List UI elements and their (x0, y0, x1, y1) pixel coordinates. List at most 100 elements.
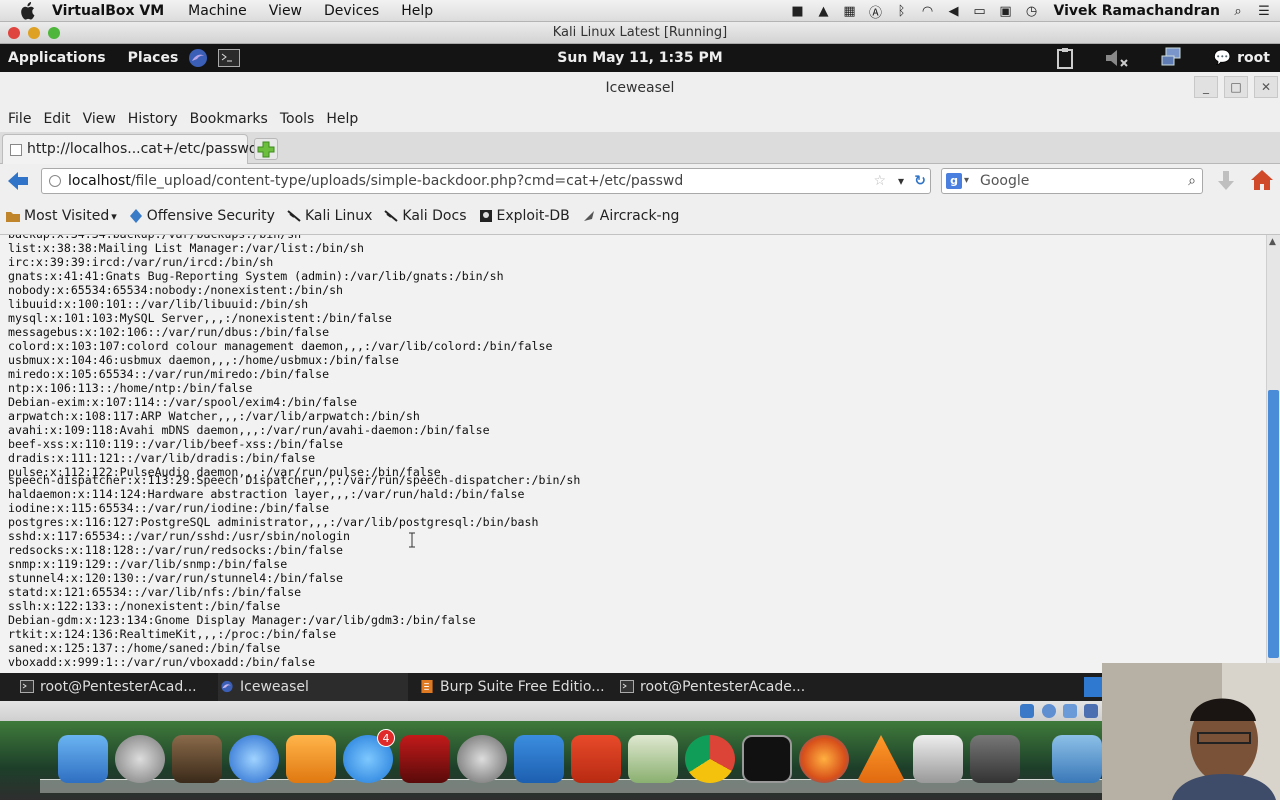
site-identity-icon[interactable] (49, 175, 61, 187)
taskbar-terminal-1[interactable]: root@PentesterAcad... (18, 673, 208, 701)
bookmark-kali-docs-label: Kali Docs (402, 208, 467, 224)
page-content[interactable]: backup:x:34:34:backup:/var/backups:/bin/… (0, 235, 1266, 673)
downloads-arrow-icon[interactable] (1216, 170, 1236, 192)
photos-icon[interactable] (172, 735, 222, 783)
menu-history[interactable]: History (128, 111, 178, 127)
reload-icon[interactable]: ↻ (914, 169, 926, 193)
vbox-usb-icon[interactable] (1063, 704, 1077, 718)
panel-user-name[interactable]: root (1237, 50, 1270, 66)
browser-titlebar: Iceweasel _ □ ✕ (0, 72, 1280, 106)
spotlight-search-icon[interactable]: ⌕ (1230, 4, 1246, 19)
apple-icon[interactable] (18, 1, 36, 20)
bookmark-exploit-db[interactable]: Exploit-DB (479, 208, 570, 224)
menu-tools[interactable]: Tools (280, 111, 315, 127)
applications-folder-icon[interactable] (1052, 735, 1102, 783)
user-chat-icon[interactable]: 💬 (1214, 50, 1231, 66)
close-window-icon[interactable] (8, 27, 20, 39)
vbox-shared-folder-icon[interactable] (1084, 704, 1098, 718)
calendar-icon[interactable]: ▣ (998, 4, 1014, 19)
presenter-webcam-image (1102, 663, 1280, 800)
exploit-db-icon (479, 210, 492, 222)
battery-icon[interactable]: ▭ (972, 4, 988, 19)
camera-icon[interactable]: ■ (790, 4, 806, 19)
zoom-window-icon[interactable] (48, 27, 60, 39)
bookmark-most-visited[interactable]: Most Visited ▾ (6, 208, 117, 224)
vbox-storage-icon[interactable] (1020, 704, 1034, 718)
tab-active[interactable]: http://localhos...cat+/etc/passwd (2, 134, 258, 164)
bluetooth-icon[interactable]: ᛒ (894, 4, 910, 19)
mac-user-name[interactable]: Vivek Ramachandran (1054, 3, 1220, 19)
taskbar-burp-suite[interactable]: Burp Suite Free Editio... (418, 673, 610, 701)
menu-view[interactable]: View (83, 111, 116, 127)
google-engine-icon[interactable]: g (946, 173, 962, 189)
activity-monitor-icon[interactable] (913, 735, 963, 783)
taskbar-iceweasel[interactable]: Iceweasel (218, 673, 408, 701)
taskbar-terminal-2[interactable]: root@PentesterAcade... (618, 673, 818, 701)
network-icon[interactable] (1160, 47, 1184, 69)
vbox-status-bar (0, 701, 1280, 721)
bookmark-aircrack-ng[interactable]: Aircrack-ng (582, 208, 679, 224)
notification-bell-icon[interactable]: ▲ (816, 4, 832, 19)
bookmark-offensive-security[interactable]: Offensive Security (129, 208, 275, 224)
app-store-icon[interactable]: 4 (343, 729, 395, 783)
engine-chevron-down-icon[interactable]: ▾ (964, 169, 969, 193)
vertical-scrollbar[interactable]: ▲ (1266, 235, 1280, 673)
launchpad-rocket-icon[interactable] (115, 735, 165, 783)
bookmark-star-icon[interactable]: ☆ (873, 169, 886, 193)
scrollbar-thumb[interactable] (1268, 390, 1279, 658)
clock-icon[interactable]: ◷ (1024, 4, 1040, 19)
terminal-app-icon[interactable] (742, 735, 792, 783)
keyboard-icon[interactable]: ▦ (842, 4, 858, 19)
wifi-icon[interactable]: ◠ (920, 4, 936, 19)
applications-menu[interactable]: Applications (8, 50, 106, 66)
search-icon[interactable]: ⌕ (1188, 169, 1196, 193)
url-bar[interactable]: localhost/file_upload/content-type/uploa… (41, 168, 931, 194)
volume-icon[interactable]: ◀ (946, 4, 962, 19)
minimize-window-icon[interactable] (28, 27, 40, 39)
terminal-launcher-icon[interactable] (218, 49, 241, 67)
vlc-cone-icon[interactable] (856, 735, 906, 783)
vbox-optical-icon[interactable] (1042, 704, 1056, 718)
maps-icon[interactable] (628, 735, 678, 783)
ibooks-icon[interactable] (286, 735, 336, 783)
iceweasel-launcher-icon[interactable] (188, 48, 208, 68)
clipboard-icon[interactable] (1056, 47, 1074, 69)
mac-menu-machine[interactable]: Machine (188, 3, 247, 19)
bookmark-kali-linux[interactable]: Kali Linux (287, 208, 372, 224)
firefox-icon[interactable] (799, 735, 849, 783)
imovie-icon[interactable] (970, 735, 1020, 783)
notification-list-icon[interactable]: ☰ (1256, 4, 1272, 19)
sync-icon[interactable]: Ⓐ (868, 4, 884, 21)
menu-file[interactable]: File (8, 111, 31, 127)
menu-help[interactable]: Help (326, 111, 358, 127)
chevron-down-icon[interactable]: ▾ (898, 169, 904, 193)
close-icon[interactable]: ✕ (1254, 76, 1278, 98)
home-icon[interactable] (1250, 169, 1274, 191)
bookmark-kali-linux-label: Kali Linux (304, 208, 373, 224)
system-preferences-gear-icon[interactable] (457, 735, 507, 783)
powerpoint-p-icon[interactable] (571, 735, 621, 783)
photo-booth-icon[interactable] (400, 735, 450, 783)
itunes-music-icon[interactable] (229, 735, 279, 783)
menu-bookmarks[interactable]: Bookmarks (190, 111, 268, 127)
finder-icon[interactable] (58, 735, 108, 783)
mac-app-name[interactable]: VirtualBox VM (52, 3, 164, 19)
maximize-icon[interactable]: □ (1224, 76, 1248, 98)
workspace-switcher[interactable] (1084, 677, 1102, 697)
volume-muted-icon[interactable] (1104, 48, 1130, 68)
new-tab-button[interactable] (254, 138, 278, 160)
word-w-icon[interactable] (514, 735, 564, 783)
chrome-icon[interactable] (685, 735, 735, 783)
app-store-badge: 4 (377, 729, 395, 747)
bookmark-kali-docs[interactable]: Kali Docs (384, 208, 467, 224)
scroll-up-icon[interactable]: ▲ (1269, 237, 1276, 247)
mac-menu-view[interactable]: View (269, 3, 302, 19)
back-arrow-icon[interactable] (6, 170, 30, 192)
minimize-icon[interactable]: _ (1194, 76, 1218, 98)
mac-menu-devices[interactable]: Devices (324, 3, 379, 19)
search-bar[interactable]: g ▾ Google ⌕ (941, 168, 1203, 194)
menu-edit[interactable]: Edit (43, 111, 70, 127)
passwd-output-lower: speech-dispatcher:x:113:29:Speech Dispat… (8, 473, 581, 669)
places-menu[interactable]: Places (128, 50, 179, 66)
mac-menu-help[interactable]: Help (401, 3, 433, 19)
